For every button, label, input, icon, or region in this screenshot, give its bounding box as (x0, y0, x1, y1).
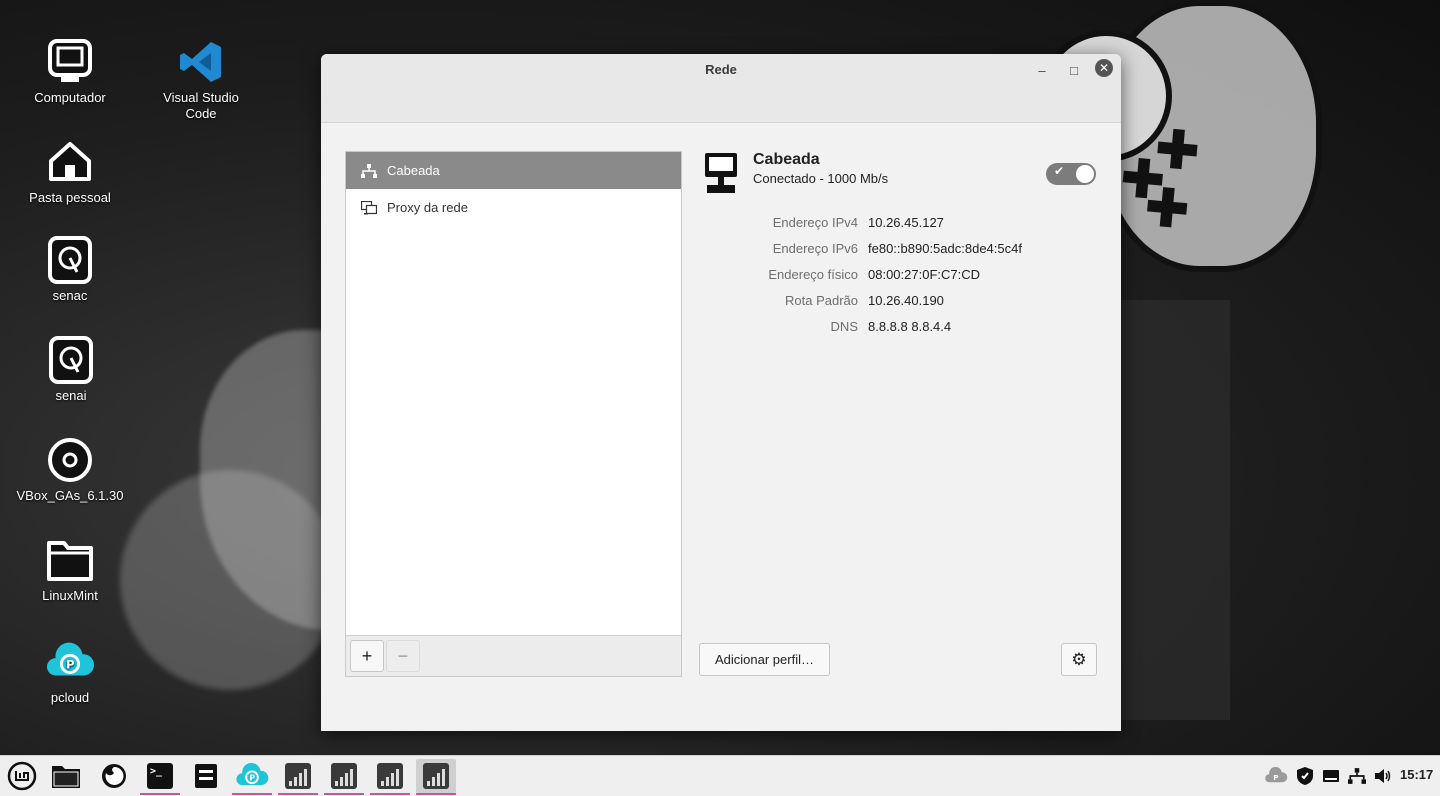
desktop-icon-pasta-pessoal[interactable]: Pasta pessoal (15, 138, 125, 205)
property-value: fe80::b890:5adc:8de4:5c4f (868, 240, 1022, 256)
connection-toggle[interactable]: ✔ (1046, 163, 1096, 185)
system-monitor-button[interactable] (370, 759, 410, 795)
svg-text:P: P (66, 658, 74, 672)
desktop-icon-label: senai (55, 388, 87, 403)
settings-button[interactable]: ⚙ (1061, 643, 1097, 676)
toggle-knob (1076, 165, 1094, 183)
window-title: Rede (705, 62, 737, 77)
network-settings-window: Rede – □ ✕ Cabeada Proxy da rede + − Cab… (321, 54, 1121, 731)
sidebar-item-cabeada[interactable]: Cabeada (346, 152, 681, 189)
system-monitor-icon (423, 763, 449, 789)
files-button[interactable] (46, 759, 86, 793)
property-row: Endereço IPv6 fe80::b890:5adc:8de4:5c4f (699, 235, 1099, 261)
add-profile-button[interactable]: Adicionar perfil… (699, 643, 830, 676)
keyboard-icon[interactable] (1322, 756, 1340, 796)
desktop-icon-label: pcloud (50, 690, 90, 705)
list-toolbar: + − (346, 635, 681, 676)
menu-button[interactable] (2, 759, 42, 793)
property-value: 8.8.8.8 8.8.4.4 (868, 318, 952, 334)
proxy-icon (360, 199, 378, 217)
wired-network-icon (703, 151, 743, 195)
pcloud-tray-glyph: P (1265, 767, 1288, 783)
wired-network-icon (360, 162, 378, 180)
close-button[interactable]: ✕ (1095, 59, 1113, 77)
wallpaper-shape (1120, 300, 1230, 720)
property-label: DNS (830, 318, 858, 334)
pcloud-icon: P (46, 638, 94, 686)
firefox-icon (102, 764, 126, 788)
desktop-icon-label: VBox_GAs_6.1.30 (16, 488, 124, 503)
network-tray-icon[interactable] (1348, 756, 1366, 796)
drive-icon (47, 336, 95, 384)
desktop-icon-label: senac (52, 288, 88, 303)
archive-button[interactable] (186, 759, 226, 793)
property-row: Endereço físico 08:00:27:0F:C7:CD (699, 261, 1099, 287)
vscode-icon (177, 38, 225, 86)
check-icon: ✔ (1054, 164, 1065, 178)
system-monitor-button[interactable] (278, 759, 318, 795)
home-folder-icon (46, 138, 94, 186)
archive-icon (195, 764, 217, 788)
desktop-icon-label: LinuxMint (42, 588, 98, 603)
connection-status: Conectado - 1000 Mb/s (753, 171, 889, 186)
property-value: 08:00:27:0F:C7:CD (868, 266, 981, 282)
property-row: Rota Padrão 10.26.40.190 (699, 287, 1099, 313)
sidebar-item-proxy[interactable]: Proxy da rede (346, 189, 681, 226)
desktop-icon-pcloud[interactable]: P pcloud (15, 638, 125, 705)
system-monitor-button[interactable] (324, 759, 364, 795)
desktop-icon-label: Pasta pessoal (29, 190, 111, 205)
disc-icon (46, 436, 94, 484)
property-label: Rota Padrão (785, 292, 858, 308)
system-monitor-icon (377, 763, 403, 789)
firefox-button[interactable] (94, 759, 134, 793)
shield-icon[interactable] (1296, 756, 1314, 796)
clock[interactable]: 15:17 (1400, 767, 1433, 782)
pcloud-icon: P (236, 763, 269, 786)
files-icon (52, 766, 80, 788)
pcloud-tray-icon[interactable]: P (1264, 756, 1288, 796)
menu-icon (7, 761, 37, 791)
maximize-button[interactable]: □ (1063, 60, 1085, 82)
add-connection-button[interactable]: + (350, 640, 384, 672)
remove-connection-button[interactable]: − (386, 640, 420, 672)
wallpaper-shape (120, 470, 340, 690)
property-row: Endereço IPv4 10.26.45.127 (699, 209, 1099, 235)
desktop-icon-senai[interactable]: senai (16, 336, 126, 403)
desktop-icon-senac[interactable]: senac (15, 236, 125, 303)
property-value: 10.26.45.127 (868, 214, 944, 230)
property-value: 10.26.40.190 (868, 292, 944, 308)
volume-icon[interactable] (1374, 756, 1392, 796)
svg-text:P: P (1273, 773, 1278, 782)
sidebar-item-label: Cabeada (387, 163, 440, 178)
system-monitor-button[interactable] (416, 759, 456, 795)
desktop-icon-label: Computador (34, 90, 106, 105)
drive-icon (46, 236, 94, 284)
desktop-icon-vbox[interactable]: VBox_GAs_6.1.30 (15, 436, 125, 503)
pcloud-button[interactable]: P (232, 759, 272, 795)
minimize-button[interactable]: – (1031, 60, 1053, 82)
connection-list: Cabeada Proxy da rede + − (345, 151, 682, 677)
desktop-icon-linuxmint[interactable]: LinuxMint (15, 536, 125, 603)
svg-text:P: P (249, 774, 255, 783)
taskbar: >_ P P 15:17 (0, 755, 1440, 796)
folder-icon (46, 536, 94, 584)
system-monitor-icon (285, 763, 311, 789)
terminal-icon: >_ (147, 763, 173, 789)
system-monitor-icon (331, 763, 357, 789)
sidebar-item-label: Proxy da rede (387, 200, 468, 215)
connection-name: Cabeada (753, 151, 820, 168)
desktop-icon-label: Visual Studio Code (163, 90, 239, 121)
property-row: DNS 8.8.8.8 8.8.4.4 (699, 313, 1099, 339)
desktop-icon-computador[interactable]: Computador (15, 38, 125, 105)
titlebar[interactable]: Rede – □ ✕ (321, 54, 1121, 123)
terminal-button[interactable]: >_ (140, 759, 180, 795)
connection-details: Cabeada Conectado - 1000 Mb/s ✔ Endereço… (699, 151, 1099, 681)
connection-properties: Endereço IPv4 10.26.45.127 Endereço IPv6… (699, 209, 1099, 339)
desktop-icon-vscode[interactable]: Visual Studio Code (146, 38, 256, 122)
property-label: Endereço IPv4 (772, 214, 858, 230)
gear-icon: ⚙ (1071, 650, 1087, 669)
computer-icon (46, 38, 94, 86)
property-label: Endereço físico (768, 266, 858, 282)
property-label: Endereço IPv6 (772, 240, 858, 256)
